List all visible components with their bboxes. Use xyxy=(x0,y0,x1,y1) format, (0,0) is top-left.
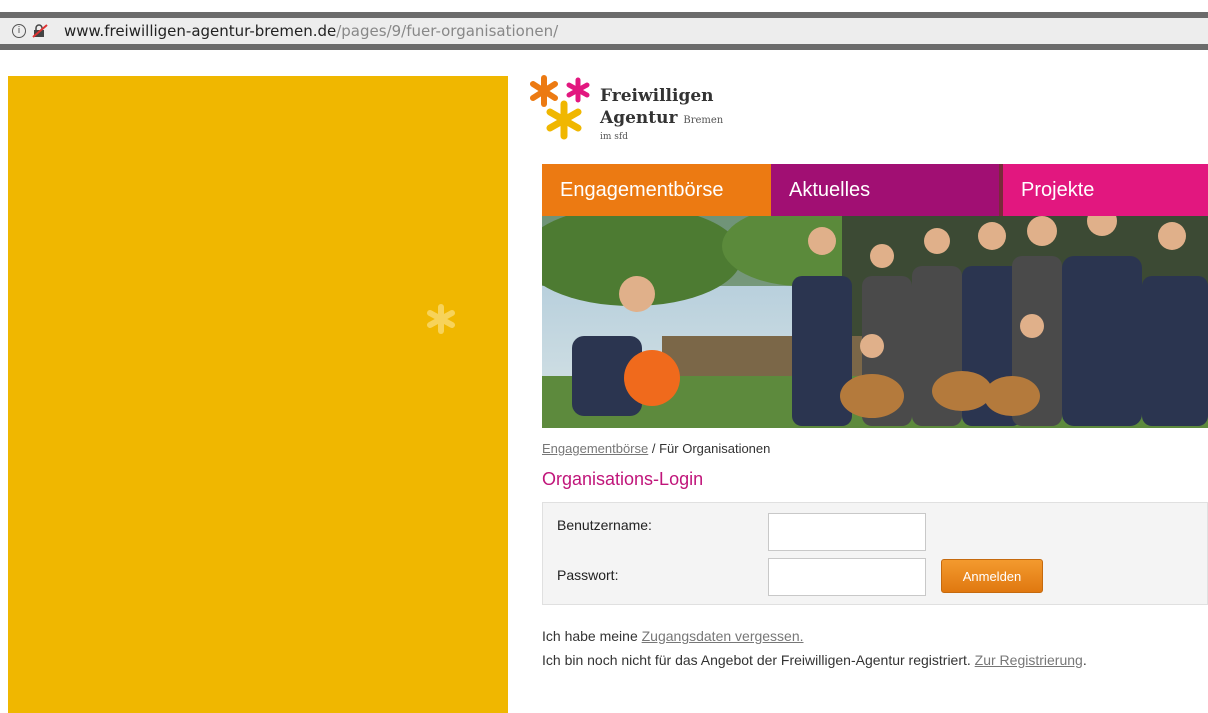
password-field[interactable] xyxy=(768,558,926,596)
logo-city: Bremen xyxy=(683,115,724,126)
url-text[interactable]: www.freiwilligen-agentur-bremen.de/pages… xyxy=(64,22,558,40)
register-line: Ich bin noch nicht für das Angebot der F… xyxy=(542,648,1087,672)
breadcrumb-current: Für Organisationen xyxy=(659,441,771,456)
login-button[interactable]: Anmelden xyxy=(941,559,1043,593)
forgot-line: Ich habe meine Zugangsdaten vergessen. xyxy=(542,624,1087,648)
register-suffix: . xyxy=(1082,652,1087,668)
insecure-lock-icon[interactable] xyxy=(32,24,48,38)
breadcrumb-link-engagementboerse[interactable]: Engagementbörse xyxy=(542,441,648,456)
forgot-prefix: Ich habe meine xyxy=(542,628,642,644)
password-label: Passwort: xyxy=(557,567,619,583)
side-panel xyxy=(8,76,508,713)
url-host: www.freiwilligen-agentur-bremen.de xyxy=(64,22,337,40)
forgot-credentials-link[interactable]: Zugangsdaten vergessen. xyxy=(642,628,804,644)
browser-address-bar[interactable]: i www.freiwilligen-agentur-bremen.de/pag… xyxy=(0,12,1208,50)
logo-sub: im sfd xyxy=(600,132,628,142)
main-navigation: Engagementbörse Aktuelles Projekte xyxy=(542,164,1208,216)
site-logo[interactable]: Freiwilligen Agentur Bremen im sfd xyxy=(530,74,750,148)
logo-asterisks-icon xyxy=(530,75,590,140)
group-photo-image xyxy=(542,216,1208,428)
username-field[interactable] xyxy=(768,513,926,551)
browser-top-strip xyxy=(0,0,1208,12)
info-icon[interactable]: i xyxy=(12,24,26,38)
breadcrumb: Engagementbörse / Für Organisationen xyxy=(542,441,770,456)
url-path: /pages/9/fuer-organisationen/ xyxy=(336,22,559,40)
tab-projekte[interactable]: Projekte xyxy=(999,164,1208,216)
login-help-text: Ich habe meine Zugangsdaten vergessen. I… xyxy=(542,624,1087,672)
asterisk-icon xyxy=(427,304,455,334)
register-prefix: Ich bin noch nicht für das Angebot der F… xyxy=(542,652,975,668)
logo-line1: Freiwilligen xyxy=(600,86,714,106)
username-label: Benutzername: xyxy=(557,517,652,533)
register-link[interactable]: Zur Registrierung xyxy=(975,652,1083,668)
login-title: Organisations-Login xyxy=(542,469,704,489)
breadcrumb-separator: / xyxy=(648,441,660,456)
logo-line2: Agentur Bremen xyxy=(600,108,723,128)
tab-engagementboerse[interactable]: Engagementbörse xyxy=(542,164,771,216)
logo-agentur: Agentur xyxy=(600,108,678,128)
hero-photo xyxy=(542,216,1208,428)
login-form: Benutzername: Passwort: Anmelden xyxy=(542,502,1208,605)
tab-aktuelles[interactable]: Aktuelles xyxy=(771,164,999,216)
